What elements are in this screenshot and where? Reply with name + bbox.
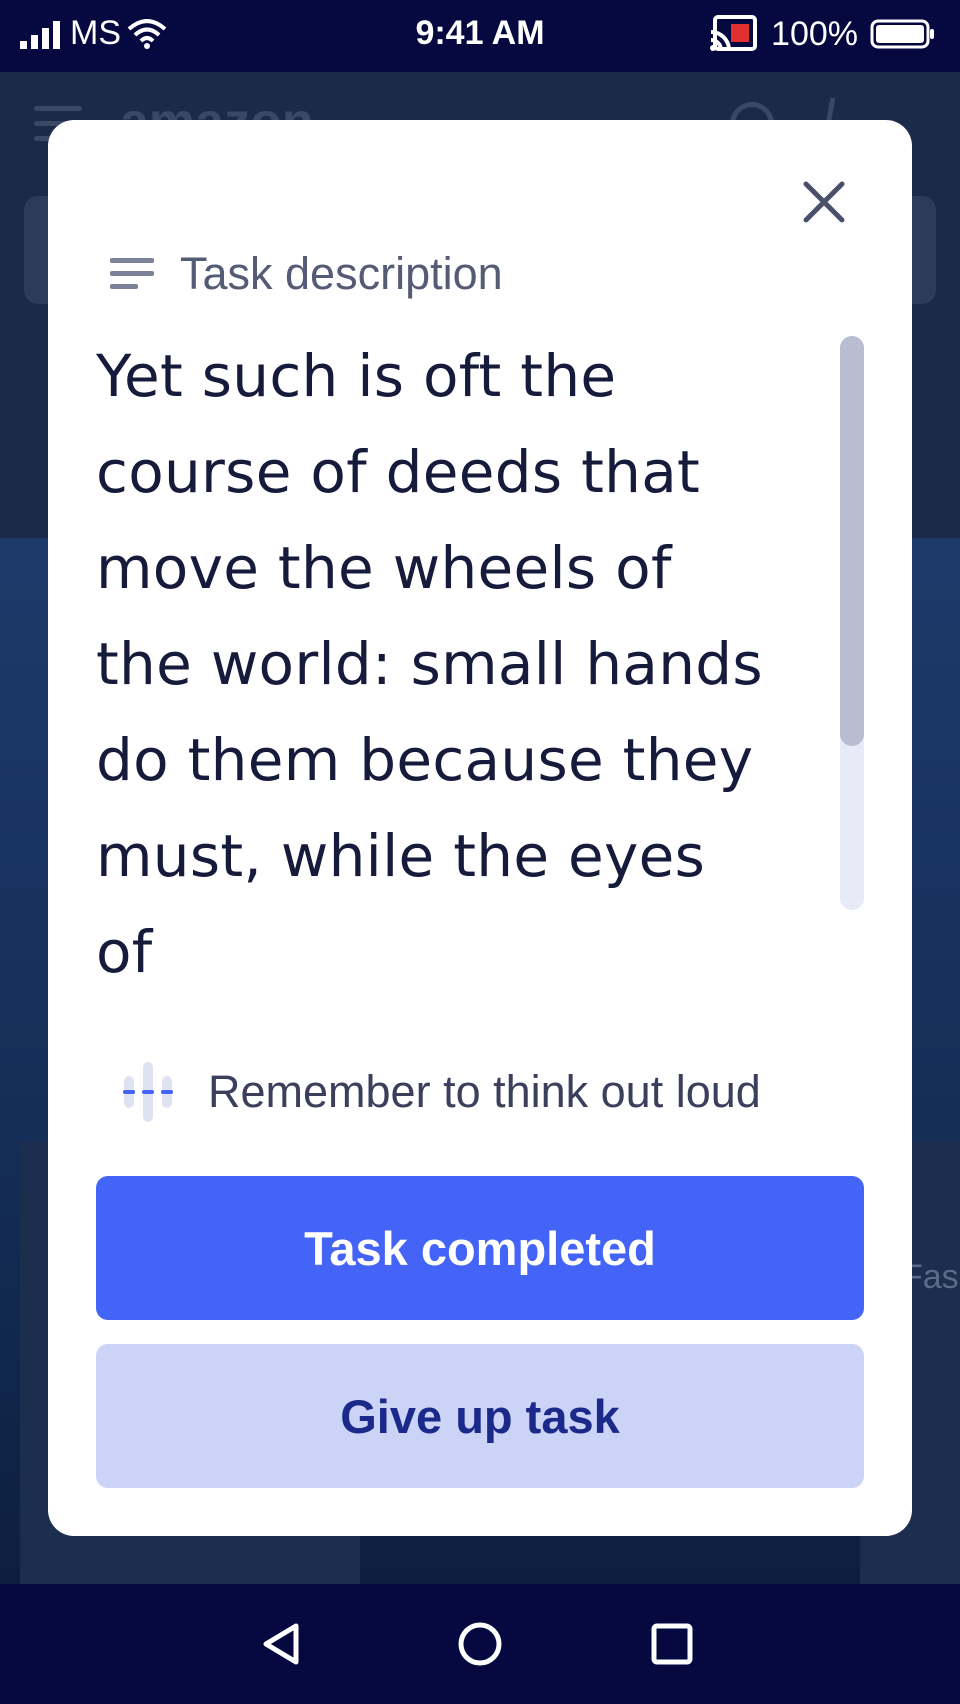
recents-icon (651, 1623, 693, 1665)
audio-wave-icon (123, 1062, 173, 1122)
back-icon (263, 1623, 299, 1665)
scrollbar-track[interactable] (840, 336, 864, 910)
system-nav-bar (0, 1584, 960, 1704)
scrollbar-thumb[interactable] (840, 336, 864, 746)
description-icon (110, 258, 154, 289)
status-right: 100% (709, 14, 936, 54)
task-modal: Task description Yet such is oft the cou… (48, 120, 912, 1536)
back-button[interactable] (246, 1608, 318, 1680)
status-bar: MS 9:41 AM 100% (0, 0, 960, 72)
reminder: Remember to think out loud (122, 1060, 761, 1124)
close-icon (803, 181, 845, 223)
home-button[interactable] (444, 1608, 516, 1680)
task-text: Yet such is oft the course of deeds that… (96, 342, 763, 986)
reminder-text: Remember to think out loud (208, 1066, 761, 1117)
battery-percent: 100% (771, 14, 858, 53)
task-completed-button[interactable]: Task completed (96, 1176, 864, 1320)
task-text-scroll-area[interactable]: Yet such is oft the course of deeds that… (96, 328, 776, 1028)
battery-icon (870, 19, 934, 49)
home-icon (458, 1622, 502, 1666)
recents-button[interactable] (636, 1608, 708, 1680)
task-description-label: Task description (180, 248, 503, 299)
cast-icon (710, 15, 758, 51)
give-up-task-button[interactable]: Give up task (96, 1344, 864, 1488)
task-header: Task description (110, 248, 503, 300)
close-button[interactable] (794, 172, 854, 232)
